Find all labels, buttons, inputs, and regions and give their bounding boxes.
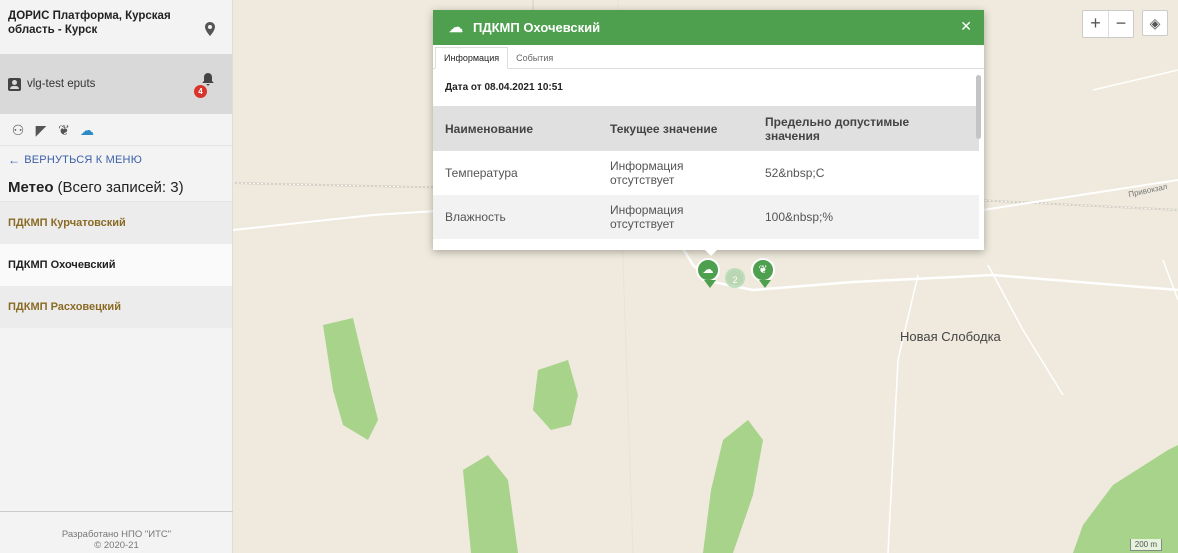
- table-cell: Информация отсутствует: [598, 195, 753, 239]
- column-header: Наименование: [433, 106, 598, 151]
- notification-badge: 4: [194, 85, 207, 98]
- list-item[interactable]: ПДКМП Расховецкий: [0, 286, 232, 328]
- back-to-menu-link[interactable]: ← ВЕРНУТЬСЯ К МЕНЮ: [0, 146, 232, 174]
- popup-title: ПДКМП Охочевский: [473, 20, 601, 35]
- tab-events[interactable]: События: [508, 48, 561, 68]
- close-icon[interactable]: ✕: [960, 18, 972, 35]
- leaf-icon[interactable]: ❦: [54, 122, 74, 138]
- user-name: vlg-test eputs: [27, 78, 96, 90]
- measurements-table: Наименование Текущее значение Предельно …: [433, 106, 979, 239]
- platform-title: ДОРИС Платформа, Курская область - Курск: [8, 10, 171, 36]
- map-canvas[interactable]: Новая Слободка Привокзал + − ◈ 200 m 2 ☁…: [233, 0, 1178, 553]
- table-cell: 100&nbsp;%: [753, 195, 979, 239]
- back-label: ВЕРНУТЬСЯ К МЕНЮ: [24, 154, 143, 166]
- zoom-controls: + −: [1082, 10, 1134, 38]
- place-label: Новая Слободка: [900, 329, 1001, 344]
- weather-icon: ☁: [702, 264, 714, 276]
- tab-info[interactable]: Информация: [435, 47, 509, 69]
- list-item[interactable]: ПДКМП Курчатовский: [0, 202, 232, 244]
- scale-bar: 200 m: [1129, 539, 1162, 551]
- sidebar-header: ДОРИС Платформа, Курская область - Курск: [0, 0, 232, 54]
- zoom-out-button[interactable]: −: [1108, 11, 1133, 37]
- layers-icon: ◈: [1149, 15, 1161, 31]
- station-popup: ☁ ПДКМП Охочевский ✕ Информация События …: [433, 10, 984, 250]
- table-cell: Влажность: [433, 195, 598, 239]
- sidebar: ДОРИС Платформа, Курская область - Курск…: [0, 0, 233, 553]
- popup-tabs: Информация События: [433, 45, 984, 69]
- weather-icon[interactable]: ☁: [77, 122, 97, 138]
- section-header: Метео (Всего записей: 3): [0, 174, 232, 202]
- table-cell: Информация отсутствует: [610, 159, 684, 187]
- table-row: Температура Информация отсутствует 52&nb…: [433, 151, 979, 195]
- column-header: Текущее значение: [598, 106, 753, 151]
- footer-credit: Разработано НПО "ИТС": [61, 529, 172, 540]
- popup-scrollbar[interactable]: [976, 75, 981, 139]
- arrow-left-icon: ←: [8, 153, 21, 167]
- list-item[interactable]: ПДКМП Охочевский: [0, 244, 232, 286]
- user-panel[interactable]: vlg-test eputs 4: [0, 54, 232, 114]
- popup-pointer: [703, 248, 719, 256]
- measurement-date: Дата от 08.04.2021 10:51: [445, 82, 563, 93]
- traffic-camera-icon[interactable]: ⚇: [8, 122, 28, 138]
- marker-cluster[interactable]: 2: [725, 268, 745, 288]
- category-icons: ⚇ ◤ ❦ ☁: [0, 114, 232, 146]
- user-icon: [8, 77, 21, 91]
- section-count: (Всего записей: 3): [57, 179, 184, 196]
- leaf-icon: ❦: [758, 264, 768, 276]
- bell-icon[interactable]: [202, 72, 214, 86]
- column-header: Предельно допустимые значения: [753, 106, 979, 151]
- popup-header: ☁ ПДКМП Охочевский ✕: [433, 10, 984, 45]
- popup-body: Дата от 08.04.2021 10:51 Наименование Те…: [433, 69, 984, 250]
- layers-button[interactable]: ◈: [1142, 10, 1168, 36]
- zoom-in-button[interactable]: +: [1083, 11, 1108, 37]
- table-cell: Температура: [445, 166, 518, 180]
- weather-icon: ☁: [449, 19, 463, 35]
- location-pin-icon[interactable]: [204, 22, 216, 36]
- section-title: Метео: [8, 179, 54, 196]
- footer-copyright: © 2020-21: [94, 540, 139, 551]
- weather-marker[interactable]: ☁: [696, 258, 720, 288]
- sidebar-footer: Разработано НПО "ИТС" © 2020-21: [0, 511, 233, 553]
- camera-icon[interactable]: ◤: [31, 122, 51, 138]
- table-header-row: Наименование Текущее значение Предельно …: [433, 106, 979, 151]
- table-row: Влажность Информация отсутствует 100&nbs…: [433, 195, 979, 239]
- table-cell: 52&nbsp;C: [765, 166, 825, 180]
- eco-marker[interactable]: ❦: [751, 258, 775, 288]
